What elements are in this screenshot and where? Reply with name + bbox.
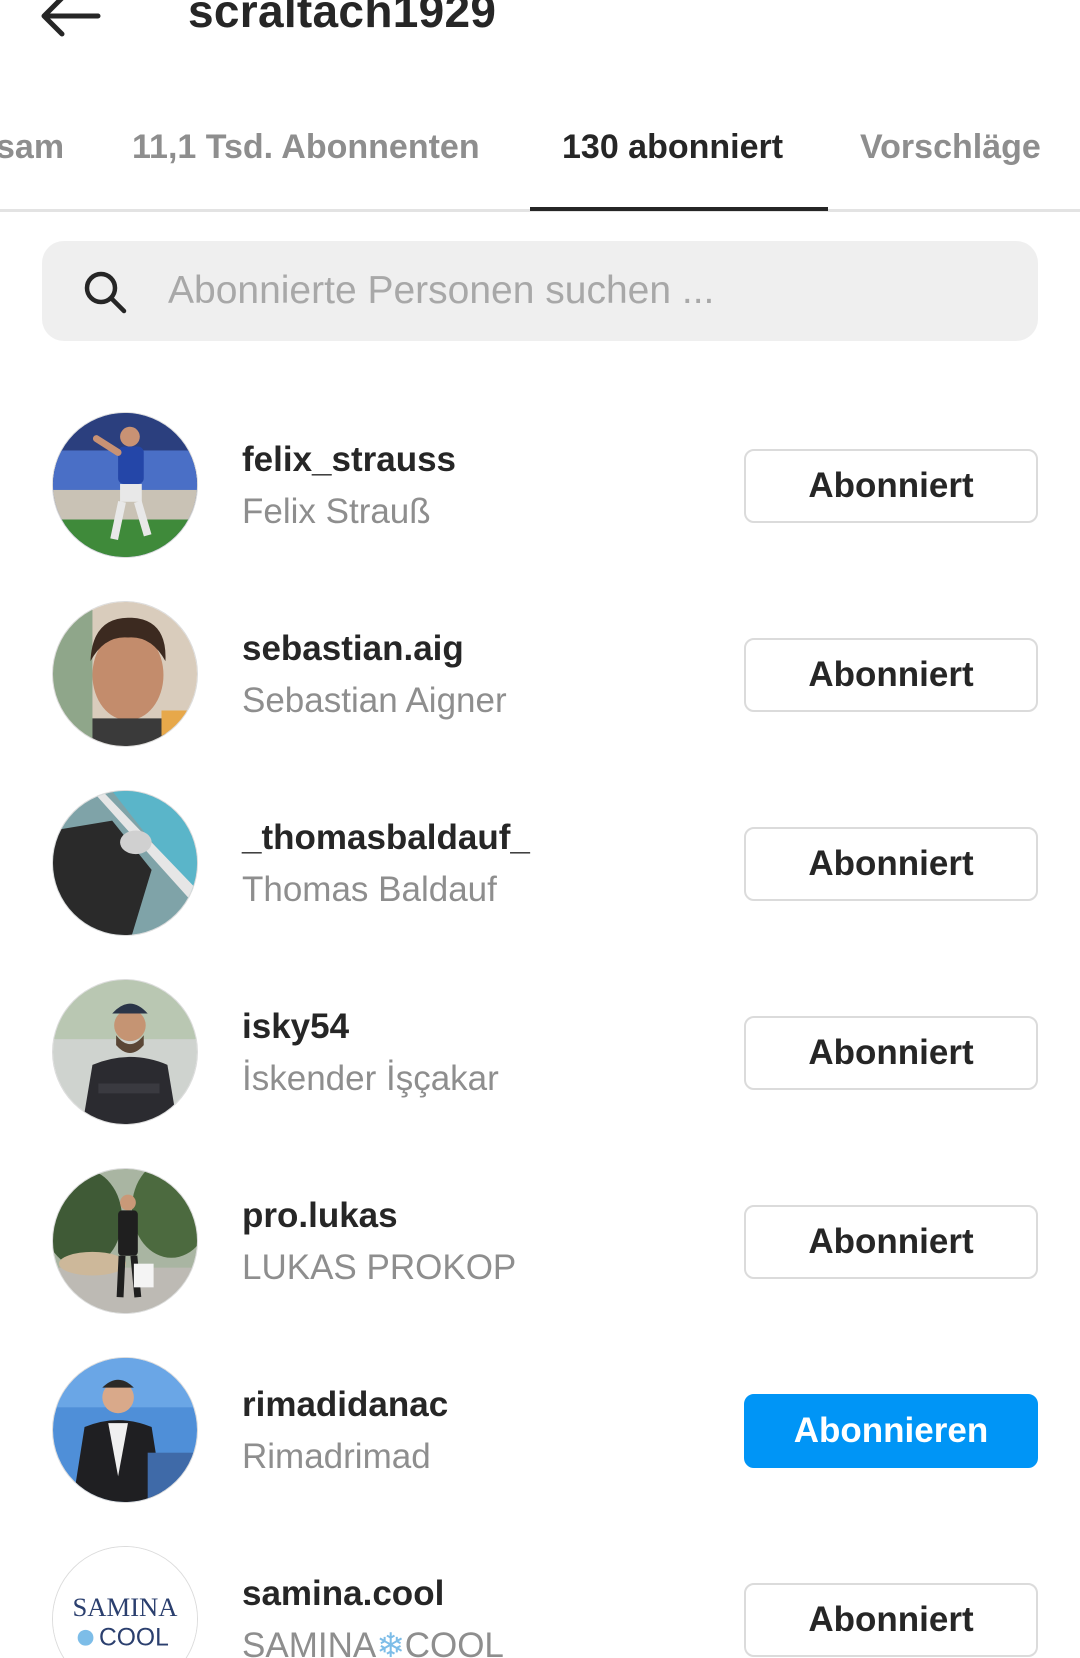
full-name-part-1: SAMINA <box>242 1626 377 1658</box>
avatar[interactable] <box>52 601 198 747</box>
avatar-image-samina-logo: SAMINA COOL <box>53 1547 197 1658</box>
full-name: Rimadrimad <box>242 1437 431 1476</box>
avatar[interactable] <box>52 979 198 1125</box>
snowflake-icon: ❄ <box>376 1627 405 1658</box>
list-item[interactable]: _thomasbaldauf_ Thomas Baldauf Abonniert <box>0 770 1080 936</box>
list-item[interactable]: pro.lukas LUKAS PROKOP Abonniert <box>0 1148 1080 1314</box>
arrow-left-icon <box>41 0 101 37</box>
full-name: Thomas Baldauf <box>242 870 497 909</box>
follow-button[interactable]: Abonnieren <box>744 1394 1038 1468</box>
list-item[interactable]: sebastian.aig Sebastian Aigner Abonniert <box>0 581 1080 747</box>
search-input[interactable] <box>168 241 1008 341</box>
full-name: LUKAS PROKOP <box>242 1248 517 1287</box>
full-name: İskender İşçakar <box>242 1059 499 1098</box>
active-tab-indicator <box>530 207 828 211</box>
username[interactable]: _thomasbaldauf_ <box>242 818 530 858</box>
list-item[interactable]: isky54 İskender İşçakar Abonniert <box>0 959 1080 1125</box>
username[interactable]: felix_strauss <box>242 440 456 480</box>
username[interactable]: pro.lukas <box>242 1196 398 1236</box>
profile-username-title: scraltach1929 <box>188 0 497 37</box>
list-item[interactable]: SAMINA COOL samina.cool SAMINA❄COOL Abon… <box>0 1526 1080 1658</box>
following-button[interactable]: Abonniert <box>744 827 1038 901</box>
avatar-image-football-player <box>53 413 197 557</box>
list-item[interactable]: rimadidanac Rimadrimad Abonnieren <box>0 1337 1080 1503</box>
full-name: Felix Strauß <box>242 492 431 531</box>
logo-text-samina: SAMINA <box>72 1592 178 1622</box>
tab-suggestions[interactable]: Vorschläge <box>860 128 1041 167</box>
username[interactable]: isky54 <box>242 1007 349 1047</box>
avatar[interactable] <box>52 412 198 558</box>
search-icon <box>84 271 127 314</box>
following-button[interactable]: Abonniert <box>744 1205 1038 1279</box>
search-bar[interactable] <box>42 241 1038 341</box>
avatar-image-street <box>53 1169 197 1313</box>
avatar-image-portrait <box>53 602 197 746</box>
full-name: SAMINA❄COOL <box>242 1626 504 1658</box>
avatar[interactable] <box>52 1168 198 1314</box>
avatar[interactable] <box>52 1357 198 1503</box>
header: scraltach1929 <box>0 0 1080 60</box>
avatar[interactable]: SAMINA COOL <box>52 1546 198 1658</box>
full-name-part-2: COOL <box>404 1626 504 1658</box>
logo-text-cool: COOL <box>99 1625 169 1652</box>
following-button[interactable]: Abonniert <box>744 638 1038 712</box>
avatar-image-portrait <box>53 980 197 1124</box>
screen: scraltach1929 sam 11,1 Tsd. Abonnenten 1… <box>0 0 1080 1658</box>
following-button[interactable]: Abonniert <box>744 1016 1038 1090</box>
username[interactable]: sebastian.aig <box>242 629 464 669</box>
full-name: Sebastian Aigner <box>242 681 507 720</box>
tab-followers[interactable]: 11,1 Tsd. Abonnenten <box>132 128 480 167</box>
following-button[interactable]: Abonniert <box>744 1583 1038 1657</box>
tab-gemeinsam[interactable]: sam <box>0 128 64 167</box>
avatar-image-portrait <box>53 1358 197 1502</box>
back-button[interactable] <box>38 0 108 46</box>
tab-bar: sam 11,1 Tsd. Abonnenten 130 abonniert V… <box>0 110 1080 212</box>
avatar[interactable] <box>52 790 198 936</box>
following-button[interactable]: Abonniert <box>744 449 1038 523</box>
list-item[interactable]: felix_strauss Felix Strauß Abonniert <box>0 392 1080 558</box>
username[interactable]: rimadidanac <box>242 1385 448 1425</box>
tab-following[interactable]: 130 abonniert <box>562 128 783 167</box>
avatar-image-pool <box>53 791 197 935</box>
username[interactable]: samina.cool <box>242 1574 444 1614</box>
